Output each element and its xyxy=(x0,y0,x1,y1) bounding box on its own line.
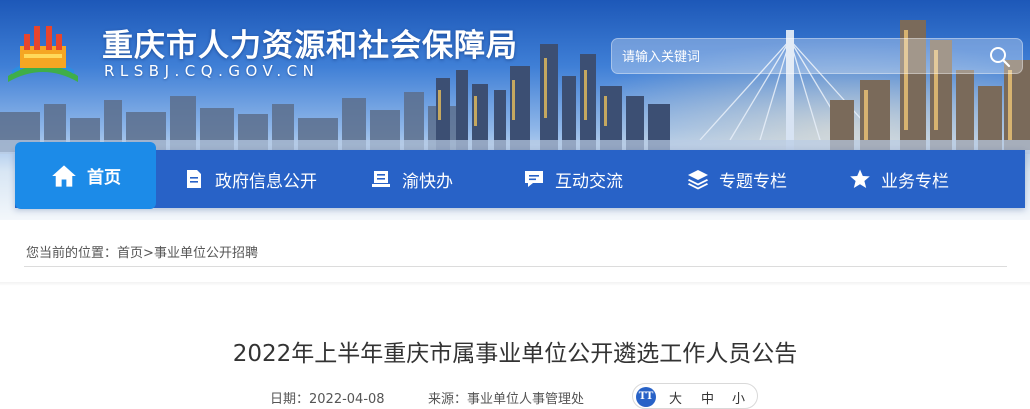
date-label: 日期： xyxy=(270,392,310,407)
document-icon xyxy=(187,170,201,188)
chat-icon xyxy=(525,171,543,187)
search-input[interactable] xyxy=(622,46,962,68)
breadcrumb-home-link[interactable]: 首页 xyxy=(117,246,143,261)
date-value: 2022-04-08 xyxy=(309,392,385,407)
star-icon xyxy=(850,169,870,188)
breadcrumb: 您当前的位置：首页>事业单位公开招聘 xyxy=(26,242,258,261)
search-icon[interactable] xyxy=(988,45,1012,69)
site-logo-icon xyxy=(8,26,78,82)
nav-item-gov-info[interactable]: 政府信息公开 xyxy=(183,150,317,208)
layers-icon xyxy=(688,170,708,190)
font-size-large[interactable]: 大 xyxy=(669,388,682,407)
search-box xyxy=(611,38,1023,74)
article-source: 来源：事业单位人事管理处 xyxy=(428,388,584,407)
nav-item-yukuaiban[interactable]: 渝快办 xyxy=(370,150,453,208)
source-value: 事业单位人事管理处 xyxy=(467,392,585,407)
breadcrumb-separator: > xyxy=(143,246,154,261)
nav-item-interaction[interactable]: 互动交流 xyxy=(523,150,623,208)
nav-item-label: 政府信息公开 xyxy=(215,171,317,192)
site-title: 重庆市人力资源和社会保障局 xyxy=(102,28,518,64)
main-nav: 首页 政府信息公开 渝快办 互动交流 专题专栏 业务专栏 xyxy=(15,142,1025,209)
breadcrumb-divider xyxy=(24,266,1007,267)
nav-item-home[interactable]: 首页 xyxy=(15,142,156,209)
breadcrumb-prefix: 您当前的位置： xyxy=(26,246,118,261)
font-size-icon: TT xyxy=(636,387,656,407)
nav-item-label: 首页 xyxy=(87,168,121,188)
nav-item-label: 互动交流 xyxy=(555,171,623,192)
article-date: 日期：2022-04-08 xyxy=(270,388,385,407)
stack-icon xyxy=(372,171,390,187)
article-title: 2022年上半年重庆市属事业单位公开遴选工作人员公告 xyxy=(232,341,798,367)
breadcrumb-current-link[interactable]: 事业单位公开招聘 xyxy=(154,246,258,261)
section-shadow xyxy=(0,282,1030,286)
nav-item-label: 渝快办 xyxy=(402,171,453,192)
font-size-small[interactable]: 小 xyxy=(732,388,745,407)
font-size-medium[interactable]: 中 xyxy=(701,388,714,407)
font-size-switcher: TT 大 中 小 xyxy=(632,383,758,409)
source-label: 来源： xyxy=(428,392,468,407)
nav-item-special-topics[interactable]: 专题专栏 xyxy=(687,150,787,208)
home-icon xyxy=(52,164,76,187)
nav-item-label: 业务专栏 xyxy=(881,171,949,192)
nav-item-business[interactable]: 业务专栏 xyxy=(849,150,949,208)
nav-item-label: 专题专栏 xyxy=(719,171,787,192)
site-domain: RLSBJ.CQ.GOV.CN xyxy=(104,62,320,80)
